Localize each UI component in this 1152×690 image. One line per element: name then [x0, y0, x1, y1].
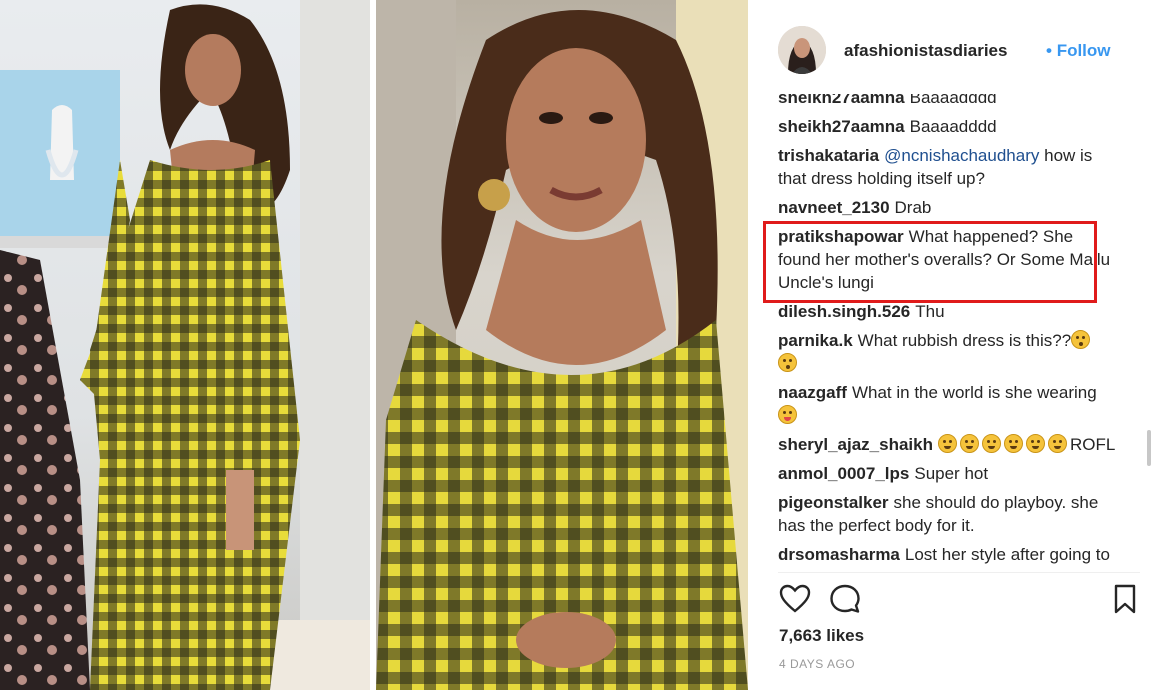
- username-link[interactable]: afashionistasdiaries: [844, 41, 1007, 61]
- comment-item: naazgaff What in the world is she wearing: [778, 381, 1118, 427]
- comment-username[interactable]: parnika.k: [778, 331, 853, 350]
- comment-text: Super hot: [914, 464, 989, 483]
- comment-username[interactable]: naazgaff: [778, 383, 847, 402]
- comment-text: What in the world is she wearing: [851, 383, 1097, 402]
- comment-item: parnika.k What rubbish dress is this??: [778, 329, 1118, 375]
- laughing-emoji-icon: [1047, 434, 1067, 453]
- comment-username[interactable]: dilesh.singh.526: [778, 302, 910, 321]
- post-photo-right: [376, 0, 748, 690]
- heart-icon[interactable]: [778, 582, 812, 616]
- laughing-emoji-icon: [981, 434, 1001, 453]
- laughing-emoji-icon: [1003, 434, 1023, 453]
- comment-username[interactable]: pigeonstalker: [778, 493, 889, 512]
- post-actions: [778, 582, 1140, 616]
- likes-count[interactable]: 7,663 likes: [779, 626, 864, 646]
- comments-scrollbar[interactable]: [1147, 430, 1151, 466]
- follow-button[interactable]: • Follow: [1046, 41, 1111, 61]
- avatar[interactable]: [778, 26, 826, 74]
- comment-text: Drab: [894, 198, 932, 217]
- comment-text: Baaaadddd: [909, 117, 997, 136]
- comment-item: sheikh27aamna Baaaadddd: [778, 115, 1118, 138]
- follow-label: Follow: [1056, 41, 1111, 60]
- astonished-emoji-icon: [778, 353, 797, 372]
- comment-item: sheryl_ajaz_shaikh ROFL: [778, 433, 1118, 456]
- bookmark-icon[interactable]: [1108, 582, 1142, 616]
- laughing-emoji-icon: [1025, 434, 1045, 453]
- comment-mention[interactable]: @ncnishachaudhary: [884, 146, 1039, 165]
- comment-list[interactable]: sheikh27aamna Baaaadddd sheikh27aamna Baaa…: [778, 94, 1118, 572]
- comment-username[interactable]: trishakataria: [778, 146, 879, 165]
- comment-username[interactable]: navneet_2130: [778, 198, 890, 217]
- post-photo-left: [0, 0, 370, 690]
- comment-text: Lost her style after going to: [904, 545, 1110, 564]
- comment-item: pratikshapowar What happened? She found h…: [778, 225, 1118, 294]
- comment-text: Thu: [915, 302, 945, 321]
- comment-item: anmol_0007_lps Super hot: [778, 462, 1118, 485]
- comment-text: Baaaadddd: [909, 94, 997, 107]
- post-header: afashionistasdiaries • Follow: [778, 26, 1138, 76]
- comment-username[interactable]: anmol_0007_lps: [778, 464, 909, 483]
- laughing-emoji-icon: [959, 434, 979, 453]
- comment-text: What rubbish dress is this??: [857, 331, 1072, 350]
- comment-item: sheikh27aamna Baaaadddd: [778, 94, 1118, 109]
- comment-username[interactable]: pratikshapowar: [778, 227, 904, 246]
- comment-username[interactable]: sheikh27aamna: [778, 117, 905, 136]
- post-image[interactable]: [0, 0, 748, 690]
- astonished-emoji-icon: [1071, 330, 1091, 349]
- comment-username[interactable]: sheryl_ajaz_shaikh: [778, 435, 933, 454]
- comment-item: trishakataria @ncnishachaudhary how is th…: [778, 144, 1118, 190]
- comment-item: dilesh.singh.526 Thu: [778, 300, 1118, 323]
- tongue-emoji-icon: [778, 405, 797, 424]
- comment-item: navneet_2130 Drab: [778, 196, 1118, 219]
- comment-item: drsomasharma Lost her style after going t…: [778, 543, 1118, 566]
- comment-username[interactable]: drsomasharma: [778, 545, 900, 564]
- comment-text: ROFL: [1069, 435, 1116, 454]
- separator-dot: •: [1046, 41, 1052, 60]
- post-timestamp: 4 DAYS AGO: [779, 657, 856, 671]
- actions-divider: [778, 572, 1140, 573]
- laughing-emoji-icon: [937, 434, 957, 453]
- comment-icon[interactable]: [828, 582, 862, 616]
- comment-item: pigeonstalker she should do playboy. she …: [778, 491, 1118, 537]
- comment-username[interactable]: sheikh27aamna: [778, 94, 905, 107]
